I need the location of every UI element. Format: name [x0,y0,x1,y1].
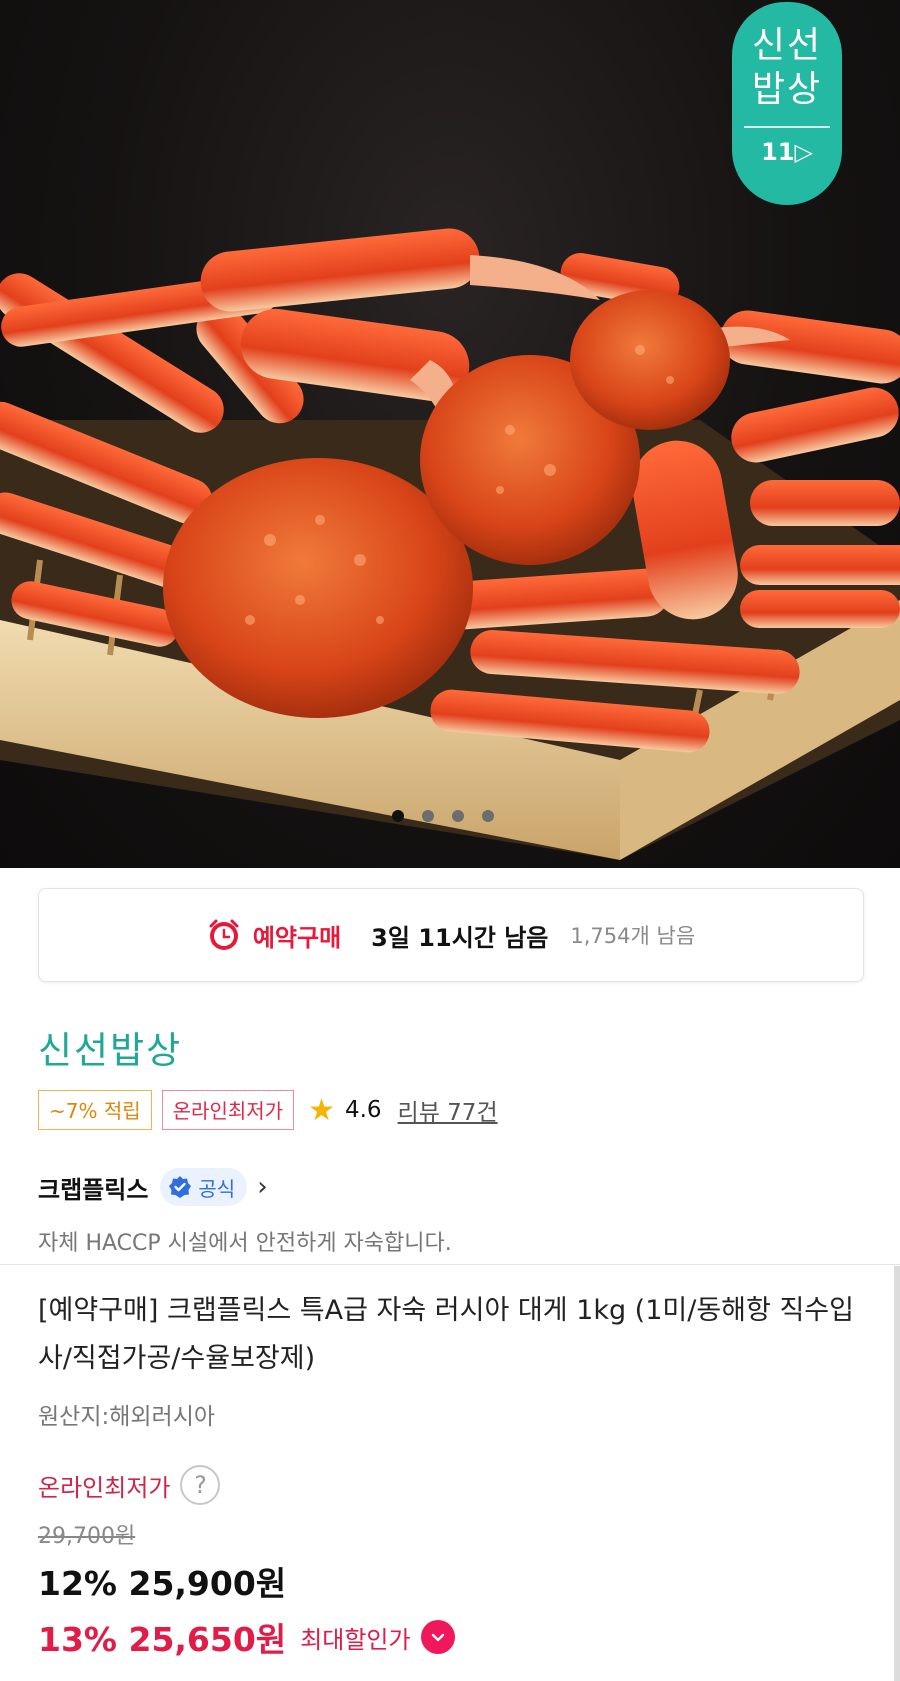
arrow-mark-icon: ▷ [794,138,813,166]
verified-check-icon [169,1176,192,1198]
brand-badge: 신선 밥상 11▷ [732,2,842,205]
tag-row: ~7% 적립 온라인최저가 ★ 4.6 리뷰 77건 [38,1090,498,1130]
carousel-dot-3[interactable] [452,810,464,822]
lowest-price-row: 온라인최저가 ? [38,1465,221,1505]
badge-line-2: 밥상 [751,69,823,110]
alarm-clock-icon [209,919,239,950]
official-badge: 공식 [160,1168,248,1206]
reviews-link[interactable]: 리뷰 77건 [398,1093,498,1127]
badge-mark: 11 [761,138,795,166]
max-discount-row[interactable]: 13% 25,650원 최대할인가 [38,1613,455,1661]
help-icon[interactable]: ? [180,1465,221,1505]
star-icon: ★ [308,1092,335,1128]
seller-link[interactable]: 크랩플릭스 공식 › [38,1168,268,1206]
store-name-link[interactable]: 신선밥상 [38,1020,182,1074]
product-image-carousel[interactable]: 신선 밥상 11▷ [0,0,900,868]
section-divider [0,1264,900,1265]
max-discount-label: 최대할인가 [300,1625,411,1654]
reservation-label: 예약구매 [252,923,342,952]
chevron-right-icon: › [257,1172,268,1202]
reservation-banner: 예약구매 3일 11시간 남음 1,754개 남음 [38,888,864,982]
reservation-time-left: 3일 11시간 남음 [371,923,549,952]
max-discount-price: 13% 25,650원 [38,1620,287,1659]
lowest-price-tag: 온라인최저가 [161,1090,295,1130]
carousel-indicator [392,810,494,822]
carousel-dot-1[interactable] [392,810,404,822]
product-title: [예약구매] 크랩플릭스 특A급 자숙 러시아 대게 1kg (1미/동해항 직… [38,1295,854,1374]
chevron-down-glyph [431,1633,444,1642]
badge-divider [744,126,830,128]
scrollbar[interactable] [894,1266,900,1681]
seller-description: 자체 HACCP 시설에서 안전하게 자숙합니다. [38,1231,452,1256]
original-price: 29,700원 [38,1524,136,1549]
official-label: 공식 [198,1176,236,1201]
sale-price: 12% 25,900원 [38,1564,287,1603]
lowest-price-label: 온라인최저가 [38,1473,171,1502]
product-origin: 원산지:해외러시아 [38,1404,216,1430]
badge-line-1: 신선 [751,25,823,66]
chevron-down-icon[interactable] [420,1620,455,1654]
rating-value: 4.6 [344,1097,382,1123]
carousel-dot-2[interactable] [422,810,434,822]
points-tag: ~7% 적립 [38,1090,152,1130]
seller-name: 크랩플릭스 [38,1175,149,1204]
carousel-dot-4[interactable] [482,810,494,822]
reservation-stock-left: 1,754개 남음 [570,924,696,948]
eleven-street-logo: 11▷ [732,138,842,166]
